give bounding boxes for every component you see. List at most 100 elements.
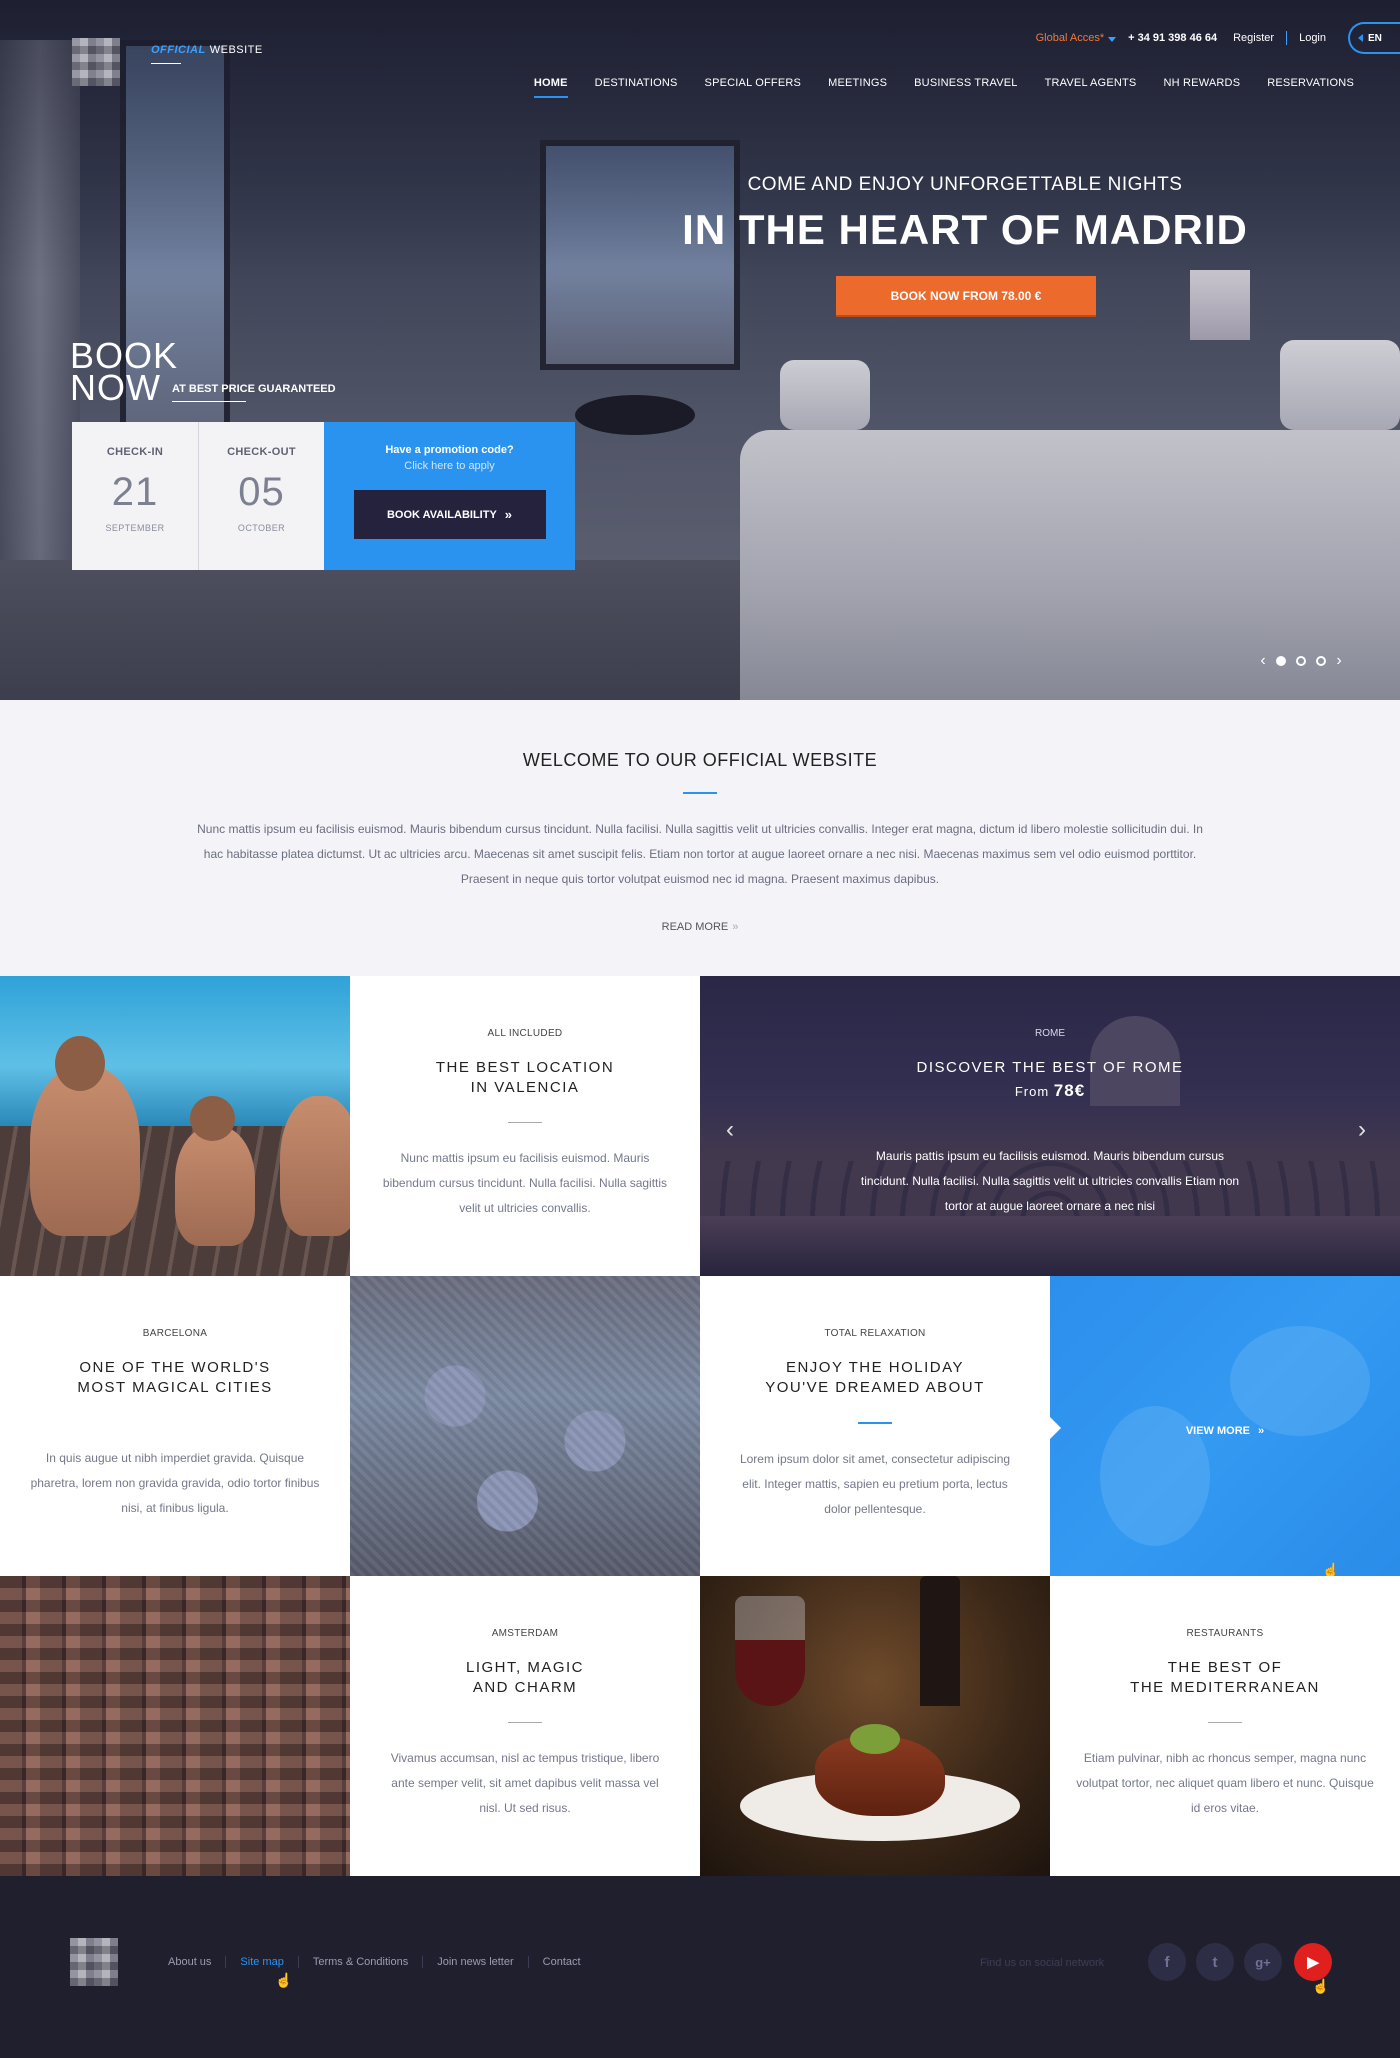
barcelona-tile[interactable]: BARCELONA ONE OF THE WORLD'S MOST MAGICA… bbox=[0, 1276, 350, 1576]
facebook-icon[interactable]: f bbox=[1148, 1943, 1186, 1981]
welcome-text: Nunc mattis ipsum eu facilisis euismod. … bbox=[197, 822, 1203, 886]
chevron-left-icon[interactable]: ‹ bbox=[726, 1116, 734, 1144]
chevron-right-icon[interactable]: › bbox=[1331, 652, 1347, 670]
tile-tag: ALL INCLUDED bbox=[487, 1028, 563, 1039]
chevron-right-icon[interactable]: › bbox=[1358, 1116, 1366, 1144]
nav-business-travel[interactable]: BUSINESS TRAVEL bbox=[914, 77, 1017, 89]
chevron-double-right-icon: » bbox=[732, 921, 739, 933]
checkin-label: CHECK-IN bbox=[106, 446, 164, 458]
youtube-icon[interactable]: ▶ bbox=[1294, 1943, 1332, 1981]
spa-image[interactable]: VIEW MORE » ☝ bbox=[1050, 1276, 1400, 1576]
tile-title-line: THE BEST OF bbox=[1167, 1659, 1283, 1676]
language-selector[interactable]: EN bbox=[1348, 22, 1400, 54]
promo-panel: Have a promotion code? Click here to app… bbox=[324, 422, 575, 570]
slider-dot[interactable] bbox=[1316, 656, 1326, 666]
rome-title: DISCOVER THE BEST OF ROME bbox=[916, 1059, 1184, 1076]
person bbox=[280, 1096, 350, 1236]
footer-link-about[interactable]: About us bbox=[168, 1956, 225, 1968]
tile-divider bbox=[1208, 1722, 1242, 1723]
nav-meetings[interactable]: MEETINGS bbox=[828, 77, 887, 89]
nav-special-offers[interactable]: SPECIAL OFFERS bbox=[705, 77, 802, 89]
book-availability-button[interactable]: BOOK AVAILABILITY » bbox=[353, 490, 546, 539]
tile-desc: Lorem ipsum dolor sit amet, consectetur … bbox=[739, 1452, 1011, 1516]
hero-title: IN THE HEART OF MADRID bbox=[682, 206, 1248, 253]
book-now-button[interactable]: BOOK NOW FROM 78.00 € bbox=[836, 276, 1096, 315]
googleplus-icon[interactable]: g+ bbox=[1244, 1943, 1282, 1981]
tile-title-line: ONE OF THE WORLD'S bbox=[79, 1359, 271, 1376]
checkin-date[interactable]: CHECK-IN 21 SEPTEMBER bbox=[72, 422, 198, 570]
footer-link-terms[interactable]: Terms & Conditions bbox=[297, 1956, 422, 1968]
welcome-divider bbox=[683, 792, 717, 794]
footer-link-sitemap[interactable]: Site map bbox=[225, 1956, 297, 1968]
tile-title-line: AND CHARM bbox=[472, 1679, 578, 1696]
tile-title-line: THE MEDITERRANEAN bbox=[1130, 1679, 1320, 1696]
person-head bbox=[190, 1096, 235, 1141]
slider-dot[interactable] bbox=[1296, 656, 1306, 666]
global-acces-link[interactable]: Global Acces* bbox=[1036, 32, 1104, 44]
nav-nh-rewards[interactable]: NH REWARDS bbox=[1163, 77, 1240, 89]
footer: About us Site map Terms & Conditions Joi… bbox=[0, 1876, 1400, 2058]
tile-title: LIGHT, MAGIC AND CHARM bbox=[350, 1658, 700, 1698]
footer-logo[interactable] bbox=[70, 1938, 118, 1986]
wine-bottle bbox=[920, 1576, 960, 1706]
relaxation-tile[interactable]: TOTAL RELAXATION ENJOY THE HOLIDAY YOU'V… bbox=[700, 1276, 1050, 1576]
tile-divider bbox=[508, 1122, 542, 1123]
phone-number: + 34 91 398 46 64 bbox=[1128, 32, 1218, 44]
rome-slider[interactable]: ROME DISCOVER THE BEST OF ROME From 78€ … bbox=[700, 976, 1400, 1276]
view-more-link[interactable]: VIEW MORE » bbox=[1050, 1425, 1400, 1437]
rome-from: From bbox=[1014, 1084, 1050, 1099]
checkout-date[interactable]: CHECK-OUT 05 OCTOBER bbox=[198, 422, 324, 570]
register-link[interactable]: Register bbox=[1233, 32, 1274, 44]
beach-image[interactable] bbox=[0, 976, 350, 1276]
booking-widget: CHECK-IN 21 SEPTEMBER CHECK-OUT 05 OCTOB… bbox=[72, 422, 575, 570]
tile-divider bbox=[508, 1722, 542, 1723]
footer-link-newsletter[interactable]: Join news letter bbox=[422, 1956, 527, 1968]
amsterdam-tile[interactable]: AMSTERDAM LIGHT, MAGIC AND CHARM Vivamus… bbox=[350, 1576, 700, 1876]
welcome-section: WELCOME TO OUR OFFICIAL WEBSITE Nunc mat… bbox=[0, 700, 1400, 976]
top-utility-bar: Global Acces* + 34 91 398 46 64 Register… bbox=[1036, 22, 1400, 54]
rome-overlay bbox=[700, 976, 1400, 1276]
restaurants-tile[interactable]: RESTAURANTS THE BEST OF THE MEDITERRANEA… bbox=[1050, 1576, 1400, 1876]
person bbox=[175, 1126, 255, 1246]
official-website-label: OFFICIAL WEBSITE bbox=[151, 44, 263, 56]
best-price-underline bbox=[172, 401, 246, 402]
tile-title-line: YOU'VE DREAMED ABOUT bbox=[765, 1379, 985, 1396]
login-link[interactable]: Login bbox=[1299, 32, 1326, 44]
hero-section: OFFICIAL WEBSITE Global Acces* + 34 91 39… bbox=[0, 0, 1400, 700]
nav-destinations[interactable]: DESTINATIONS bbox=[595, 77, 678, 89]
hand-cursor-icon: ☝ bbox=[1322, 1562, 1340, 1576]
date-picker: CHECK-IN 21 SEPTEMBER CHECK-OUT 05 OCTOB… bbox=[72, 422, 324, 570]
best-price-label: AT BEST PRICE GUARANTEED bbox=[172, 383, 336, 395]
person-head bbox=[55, 1036, 105, 1091]
slider-dot[interactable] bbox=[1276, 656, 1286, 666]
chevron-left-icon[interactable]: ‹ bbox=[1255, 652, 1271, 670]
tile-title-line: THE BEST LOCATION bbox=[435, 1059, 615, 1076]
tile-desc: Nunc mattis ipsum eu facilisis euismod. … bbox=[382, 1151, 668, 1215]
valencia-tile[interactable]: ALL INCLUDED THE BEST LOCATION IN VALENC… bbox=[350, 976, 700, 1276]
barcelona-building-image[interactable] bbox=[350, 1276, 700, 1576]
tile-desc: Etiam pulvinar, nibh ac rhoncus semper, … bbox=[1076, 1751, 1374, 1815]
official-underline bbox=[151, 63, 181, 64]
read-more-link[interactable]: READ MORE» bbox=[0, 921, 1400, 933]
tile-tag: AMSTERDAM bbox=[491, 1628, 559, 1639]
nav-home[interactable]: HOME bbox=[533, 77, 568, 98]
chevron-double-right-icon: » bbox=[1258, 1425, 1265, 1437]
logo[interactable] bbox=[72, 38, 120, 86]
chevron-double-right-icon: » bbox=[504, 507, 513, 522]
promo-apply-link[interactable]: Click here to apply bbox=[324, 460, 575, 472]
twitter-icon[interactable]: t bbox=[1196, 1943, 1234, 1981]
wine-glass bbox=[735, 1596, 805, 1706]
rome-tag: ROME bbox=[1035, 1028, 1065, 1039]
footer-link-contact[interactable]: Contact bbox=[527, 1956, 595, 1968]
nav-travel-agents[interactable]: TRAVEL AGENTS bbox=[1045, 77, 1137, 89]
nav-reservations[interactable]: RESERVATIONS bbox=[1267, 77, 1354, 89]
amsterdam-image[interactable] bbox=[0, 1576, 350, 1876]
checkin-day: 21 bbox=[111, 470, 159, 514]
social-caption: Find us on social network bbox=[980, 1957, 1105, 1969]
tile-title-line: MOST MAGICAL CITIES bbox=[77, 1379, 273, 1396]
restaurant-image[interactable] bbox=[700, 1576, 1050, 1876]
chevron-down-icon[interactable] bbox=[1108, 36, 1117, 42]
official-rest: WEBSITE bbox=[209, 44, 263, 56]
official-em: OFFICIAL bbox=[151, 44, 206, 56]
footer-links: About us Site map Terms & Conditions Joi… bbox=[168, 1956, 595, 1968]
